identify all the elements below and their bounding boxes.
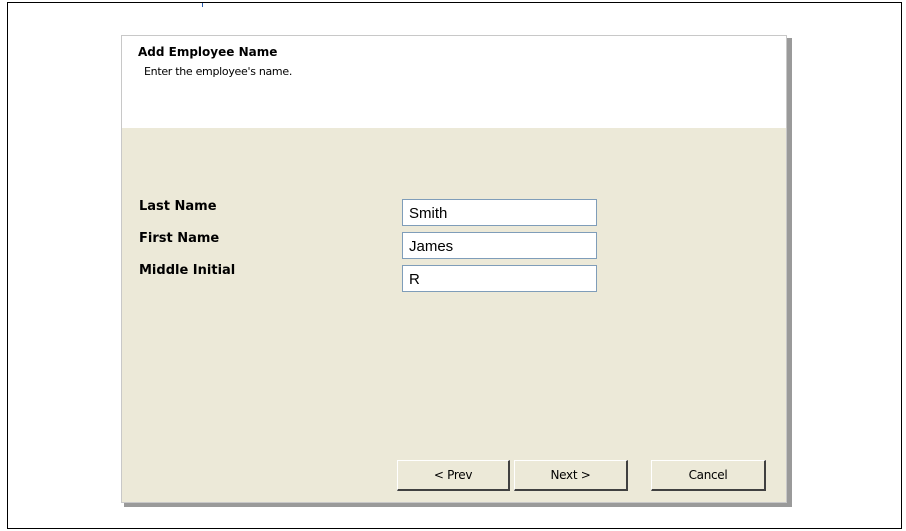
last-name-input[interactable]: Smith — [402, 199, 597, 226]
middle-initial-input[interactable]: R — [402, 265, 597, 292]
next-button[interactable]: Next > — [514, 460, 628, 491]
first-name-label: First Name — [139, 231, 220, 246]
wizard-title: Add Employee Name — [138, 45, 278, 59]
wizard-dialog: Add Employee Name Enter the employee's n… — [121, 35, 787, 503]
wizard-header: Add Employee Name Enter the employee's n… — [122, 36, 786, 128]
corner-mark — [202, 3, 203, 7]
middle-initial-label: Middle Initial — [139, 263, 236, 278]
cancel-button[interactable]: Cancel — [651, 460, 766, 491]
first-name-input[interactable]: James — [402, 232, 597, 259]
prev-button[interactable]: < Prev — [397, 460, 510, 491]
wizard-subtitle: Enter the employee's name. — [144, 65, 293, 78]
last-name-label: Last Name — [139, 199, 217, 214]
